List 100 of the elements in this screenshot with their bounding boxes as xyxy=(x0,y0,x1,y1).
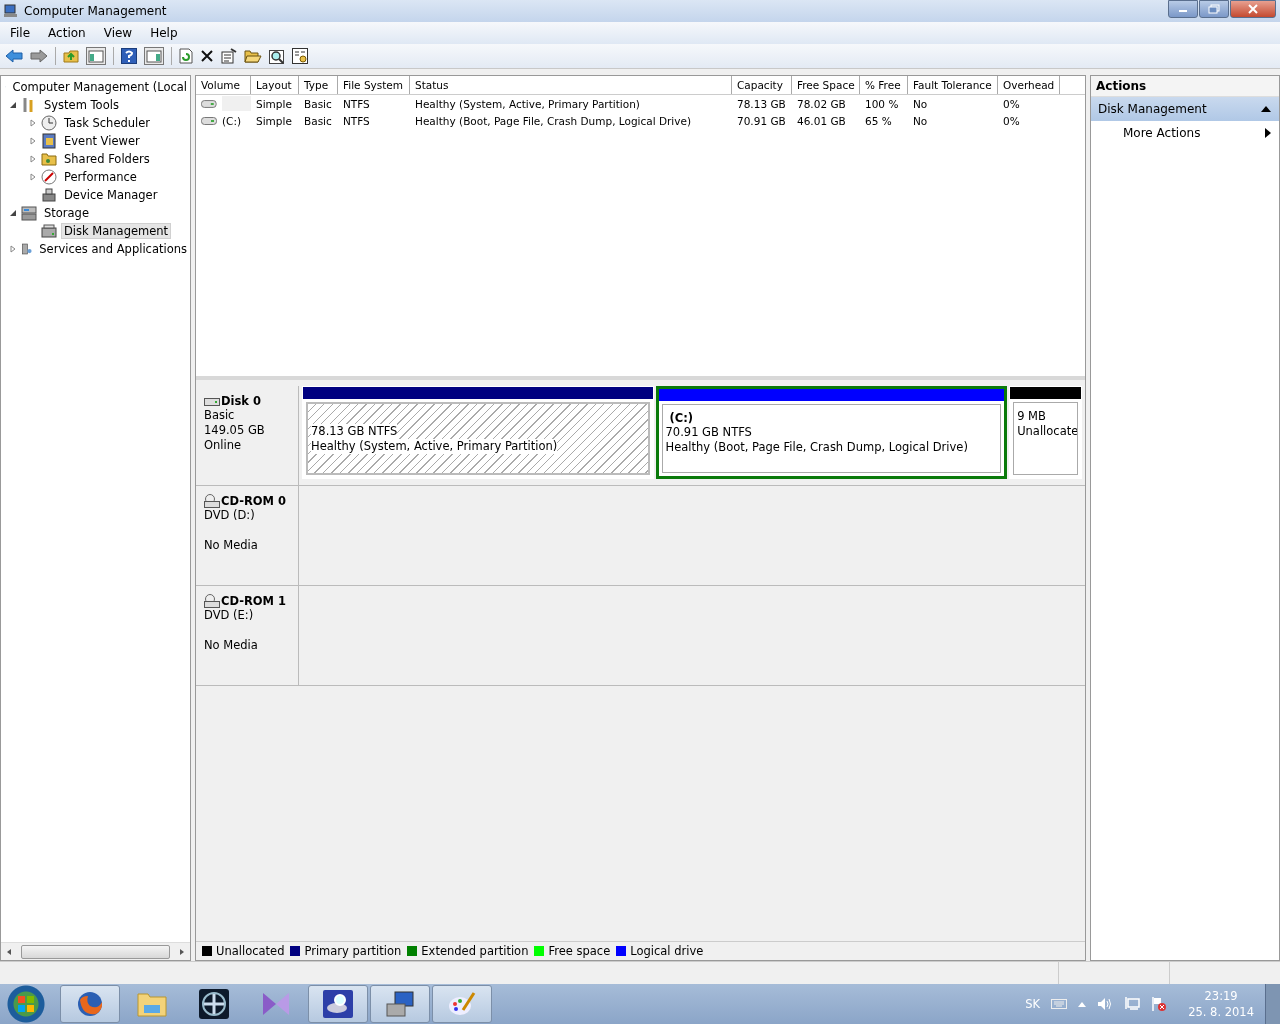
expand-arrow-icon[interactable] xyxy=(29,155,37,163)
optical-drive-icon xyxy=(204,594,220,608)
disk-detail: Basic xyxy=(204,408,236,423)
menu-item[interactable]: View xyxy=(93,26,141,40)
collapse-arrow-icon[interactable] xyxy=(9,101,17,109)
disk-detail: 149.05 GB xyxy=(204,423,266,438)
submenu-arrow-icon xyxy=(1265,128,1271,138)
folder-up-icon[interactable] xyxy=(63,49,79,63)
column-header[interactable]: Type xyxy=(299,76,338,94)
pane-toggle-icon[interactable] xyxy=(144,47,164,65)
partition-color-bar xyxy=(1010,387,1081,399)
pane-toggle-icon[interactable] xyxy=(86,47,106,65)
expand-arrow-icon[interactable] xyxy=(9,245,17,253)
expand-arrow-icon[interactable] xyxy=(29,119,37,127)
close-button[interactable] xyxy=(1230,0,1276,18)
disk-magnifier-icon xyxy=(323,990,353,1018)
properties-icon[interactable] xyxy=(221,48,237,64)
column-header[interactable]: Status xyxy=(410,76,732,94)
scroll-right-icon[interactable] xyxy=(178,947,186,956)
expand-arrow-icon[interactable] xyxy=(29,173,37,181)
actions-section[interactable]: Disk Management xyxy=(1091,97,1279,121)
table-cell: Healthy (Boot, Page File, Crash Dump, Logical Drive) xyxy=(415,114,692,127)
refresh-icon[interactable] xyxy=(179,48,193,64)
close-icon xyxy=(1248,4,1258,14)
tree-item[interactable]: Device Manager xyxy=(61,187,161,203)
menu-item[interactable]: Action xyxy=(38,26,94,40)
back-icon[interactable] xyxy=(5,49,23,63)
forward-icon[interactable] xyxy=(30,49,48,63)
restore-icon xyxy=(1208,4,1220,14)
clock-time: 23:19 xyxy=(1204,988,1238,1004)
collapse-arrow-icon[interactable] xyxy=(9,209,17,217)
disk-detail: No Media xyxy=(204,538,259,553)
speaker-icon[interactable] xyxy=(1097,997,1114,1011)
table-cell: NTFS xyxy=(343,97,370,110)
column-header[interactable]: Capacity xyxy=(732,76,792,94)
tree-item[interactable]: Computer Management (Local xyxy=(9,79,190,95)
drive-icon xyxy=(201,116,217,125)
taskbar-button[interactable] xyxy=(308,985,368,1023)
tree-item[interactable]: Storage xyxy=(41,205,92,221)
optical-drive-icon xyxy=(204,494,220,508)
restore-button[interactable] xyxy=(1199,0,1229,18)
folder-icon xyxy=(137,991,167,1017)
table-cell: 0% xyxy=(1003,114,1020,127)
disk-name: CD-ROM 1 xyxy=(221,594,287,608)
disk-name: Disk 0 xyxy=(221,394,261,408)
column-header[interactable]: Volume xyxy=(196,76,251,94)
minimize-button[interactable] xyxy=(1168,0,1198,18)
actions-header: Actions xyxy=(1091,76,1279,97)
table-cell: No xyxy=(913,97,928,110)
palette-icon xyxy=(447,990,477,1018)
tree-item[interactable]: Performance xyxy=(61,169,140,185)
tree-item[interactable]: Shared Folders xyxy=(61,151,153,167)
globe-icon xyxy=(76,990,104,1018)
partition-status: Healthy (System, Active, Primary Partition) xyxy=(311,439,558,454)
gear-grid-icon[interactable] xyxy=(292,48,308,64)
legend-label: Free space xyxy=(548,944,611,958)
tree-item[interactable]: Event Viewer xyxy=(61,133,143,149)
scroll-left-icon[interactable] xyxy=(5,947,13,956)
horizontal-scrollbar[interactable] xyxy=(1,942,190,960)
flag-error-icon[interactable] xyxy=(1151,996,1168,1012)
collapse-arrow-icon xyxy=(1261,106,1271,112)
disk-detail: Online xyxy=(204,438,243,453)
column-header[interactable]: Free Space xyxy=(792,76,860,94)
bowtie-icon xyxy=(261,991,291,1017)
legend-label: Logical drive xyxy=(630,944,704,958)
column-header[interactable]: File System xyxy=(338,76,410,94)
partition-size: 78.13 GB NTFS xyxy=(311,424,398,439)
column-header[interactable]: Layout xyxy=(251,76,299,94)
open-folder-icon[interactable] xyxy=(244,49,262,63)
table-cell: 46.01 GB xyxy=(797,114,846,127)
taskbar-button[interactable] xyxy=(370,985,430,1023)
partition-block[interactable]: (C:) 70.91 GB NTFS Healthy (Boot, Page File, Crash Dump, Logical Drive) xyxy=(655,386,1008,479)
delete-icon[interactable] xyxy=(200,49,214,63)
cell-highlight xyxy=(221,96,251,111)
clock-date: 25. 8. 2014 xyxy=(1188,1004,1254,1020)
table-cell: (C:) xyxy=(222,114,242,127)
help-icon[interactable] xyxy=(121,48,137,64)
table-cell: Simple xyxy=(256,114,292,127)
table-cell: Basic xyxy=(304,97,332,110)
partition-block[interactable]: 9 MB Unallocate xyxy=(1009,386,1082,479)
tree-item[interactable]: System Tools xyxy=(41,97,122,113)
partition-block[interactable]: 78.13 GB NTFS Healthy (System, Active, Primary Partition) xyxy=(302,386,654,479)
services-icon xyxy=(21,241,33,257)
legend-label: Extended partition xyxy=(421,944,529,958)
column-header[interactable]: % Free xyxy=(860,76,908,94)
magnifier-icon[interactable] xyxy=(269,48,285,64)
menu-item[interactable]: File xyxy=(0,26,39,40)
expand-arrow-icon[interactable] xyxy=(29,137,37,145)
window-title: Computer Management xyxy=(24,4,167,18)
tree-item[interactable]: Disk Management xyxy=(61,223,172,239)
disk-detail: No Media xyxy=(204,638,259,653)
menu-item[interactable]: Help xyxy=(140,26,186,40)
storage-icon xyxy=(21,205,37,221)
column-header[interactable]: Fault Tolerance xyxy=(908,76,998,94)
column-header[interactable]: Overhead xyxy=(998,76,1060,94)
computer-icon xyxy=(4,4,18,18)
disk-detail: DVD (D:) xyxy=(204,508,256,523)
action-item[interactable]: More Actions xyxy=(1091,121,1279,145)
tree-item[interactable]: Task Scheduler xyxy=(61,115,154,131)
tree-item[interactable]: Services and Applications xyxy=(36,241,190,257)
